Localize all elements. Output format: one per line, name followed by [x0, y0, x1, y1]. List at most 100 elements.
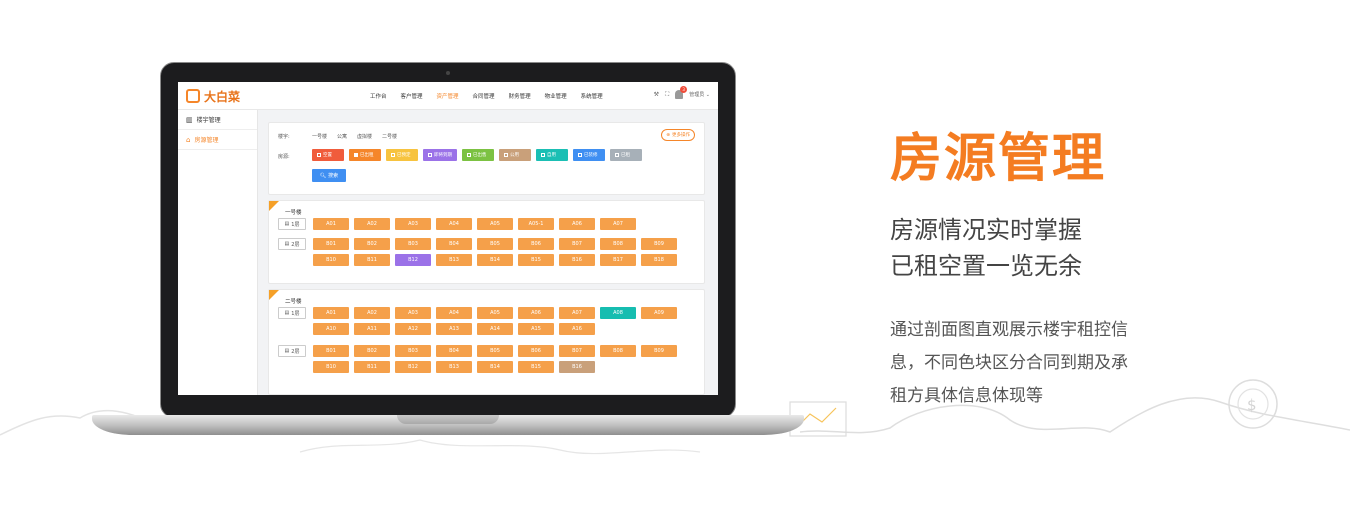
- status-chip[interactable]: 公用: [499, 149, 531, 161]
- checkbox[interactable]: [391, 153, 395, 157]
- sidebar-item[interactable]: ▥ 楼宇管理: [178, 110, 257, 130]
- room-cell[interactable]: B11: [354, 361, 390, 373]
- room-cell[interactable]: B16: [559, 361, 595, 373]
- nav-item[interactable]: 合同管理: [473, 92, 495, 100]
- room-cell[interactable]: A03: [395, 307, 431, 319]
- room-cell[interactable]: B14: [477, 254, 513, 266]
- room-cell[interactable]: B14: [477, 361, 513, 373]
- room-cell[interactable]: B01: [313, 238, 349, 250]
- room-cell[interactable]: B05: [477, 345, 513, 357]
- room-cell[interactable]: B08: [600, 238, 636, 250]
- room-cell[interactable]: B03: [395, 238, 431, 250]
- room-cell[interactable]: B11: [354, 254, 390, 266]
- building-option[interactable]: 二号楼: [382, 133, 397, 140]
- room-cell[interactable]: A14: [477, 323, 513, 335]
- checkbox[interactable]: [541, 153, 545, 157]
- room-cell[interactable]: A05: [477, 307, 513, 319]
- room-cell[interactable]: B09: [641, 345, 677, 357]
- room-cell[interactable]: B01: [313, 345, 349, 357]
- room-cell[interactable]: B13: [436, 254, 472, 266]
- status-chip[interactable]: 已装修: [573, 149, 605, 161]
- room-cell[interactable]: A03: [395, 218, 431, 230]
- room-cell[interactable]: A10: [313, 323, 349, 335]
- app-logo[interactable]: 大白菜: [186, 88, 240, 104]
- building-option[interactable]: 一号楼: [312, 133, 327, 140]
- floor-tag[interactable]: ▤ 1层: [278, 218, 306, 230]
- floor-tag[interactable]: ▤ 1层: [278, 307, 306, 319]
- nav-item[interactable]: 客户管理: [401, 92, 423, 100]
- room-cell[interactable]: B10: [313, 254, 349, 266]
- room-cell[interactable]: A05: [477, 218, 513, 230]
- checkbox[interactable]: [354, 153, 358, 157]
- status-chip[interactable]: 已租: [610, 149, 642, 161]
- room-cell[interactable]: A04: [436, 307, 472, 319]
- room-cell[interactable]: A06: [559, 218, 595, 230]
- fullscreen-icon[interactable]: ⛶: [665, 91, 669, 99]
- room-cell[interactable]: A12: [395, 323, 431, 335]
- room-cell[interactable]: B17: [600, 254, 636, 266]
- room-cell[interactable]: B06: [518, 238, 554, 250]
- status-chip[interactable]: 已预定: [386, 149, 418, 161]
- checkbox[interactable]: [578, 153, 582, 157]
- floor-tag[interactable]: ▤ 2层: [278, 238, 306, 250]
- status-chip[interactable]: 已出售: [462, 149, 494, 161]
- room-cell[interactable]: A08: [600, 307, 636, 319]
- room-cell[interactable]: A11: [354, 323, 390, 335]
- room-cell[interactable]: A07: [559, 307, 595, 319]
- room-cell[interactable]: B07: [559, 345, 595, 357]
- checkbox[interactable]: [317, 153, 321, 157]
- room-cell[interactable]: B04: [436, 345, 472, 357]
- status-chip[interactable]: 空置: [312, 149, 344, 161]
- bell-icon[interactable]: 3: [675, 86, 688, 99]
- room-cell[interactable]: B08: [600, 345, 636, 357]
- room-cell[interactable]: B09: [641, 238, 677, 250]
- nav-item[interactable]: 物业管理: [545, 92, 567, 100]
- checkbox[interactable]: [615, 153, 619, 157]
- room-cell[interactable]: A04: [436, 218, 472, 230]
- room-cell[interactable]: B13: [436, 361, 472, 373]
- nav-item[interactable]: 工作台: [370, 92, 387, 100]
- sidebar-item[interactable]: ⌂ 房源管理: [178, 130, 257, 150]
- building-option[interactable]: 虚拟楼: [357, 133, 372, 140]
- room-cell[interactable]: B15: [518, 254, 554, 266]
- room-cell[interactable]: B05: [477, 238, 513, 250]
- room-cell[interactable]: B02: [354, 345, 390, 357]
- checkbox[interactable]: [428, 153, 432, 157]
- room-cell[interactable]: B12: [395, 361, 431, 373]
- nav-item[interactable]: 财务管理: [509, 92, 531, 100]
- room-cell[interactable]: B07: [559, 238, 595, 250]
- room-cell[interactable]: A09: [641, 307, 677, 319]
- room-cell[interactable]: B02: [354, 238, 390, 250]
- tools-icon[interactable]: ⚒: [654, 91, 659, 98]
- search-button[interactable]: 🔍︎ 搜索: [312, 169, 346, 182]
- status-chip[interactable]: 已出租: [349, 149, 381, 161]
- room-cell[interactable]: B18: [641, 254, 677, 266]
- room-cell[interactable]: B04: [436, 238, 472, 250]
- more-actions-button[interactable]: ⊕ 更多操作: [661, 129, 695, 141]
- room-cell[interactable]: A01: [313, 307, 349, 319]
- room-cell[interactable]: B12: [395, 254, 431, 266]
- room-cell[interactable]: B06: [518, 345, 554, 357]
- floor-tag[interactable]: ▤ 2层: [278, 345, 306, 357]
- room-cell[interactable]: A13: [436, 323, 472, 335]
- building-option[interactable]: 公寓: [337, 133, 347, 140]
- status-chip[interactable]: 自用: [536, 149, 568, 161]
- nav-item[interactable]: 系统管理: [581, 92, 603, 100]
- room-cell[interactable]: A06: [518, 307, 554, 319]
- checkbox[interactable]: [467, 153, 471, 157]
- room-cell[interactable]: A02: [354, 307, 390, 319]
- checkbox[interactable]: [504, 153, 508, 157]
- room-cell[interactable]: A15: [518, 323, 554, 335]
- nav-item[interactable]: 资产管理: [437, 92, 459, 100]
- room-cell[interactable]: B03: [395, 345, 431, 357]
- room-cell[interactable]: A01: [313, 218, 349, 230]
- room-cell[interactable]: A16: [559, 323, 595, 335]
- room-cell[interactable]: A02: [354, 218, 390, 230]
- user-menu[interactable]: 管理员 ⌄: [689, 91, 710, 98]
- status-chip[interactable]: 即将到期: [423, 149, 457, 161]
- room-cell[interactable]: B10: [313, 361, 349, 373]
- room-cell[interactable]: B16: [559, 254, 595, 266]
- room-cell[interactable]: A07: [600, 218, 636, 230]
- room-cell[interactable]: B15: [518, 361, 554, 373]
- room-cell[interactable]: A05-1: [518, 218, 554, 230]
